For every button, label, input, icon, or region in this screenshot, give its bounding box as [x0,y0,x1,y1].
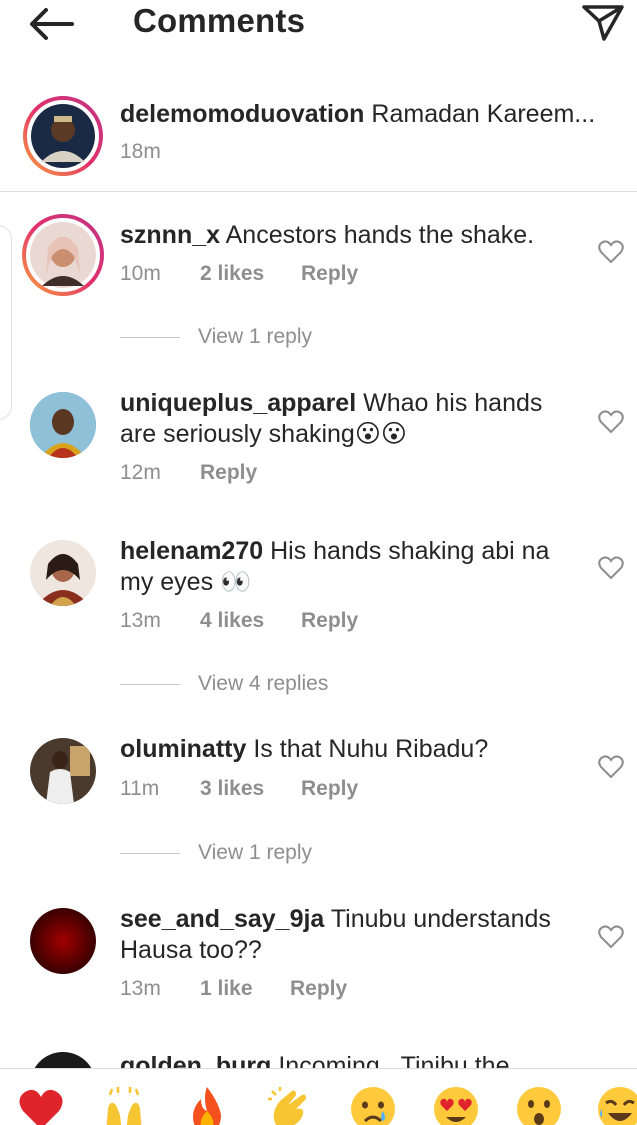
overlay-edge [0,225,12,420]
reply-button[interactable]: Reply [290,977,347,1001]
comment-text: Is that Nuhu Ribadu? [253,735,489,763]
avatar-image [30,392,96,458]
avatar-image [30,908,96,974]
laughing-face-emoji-icon[interactable] [596,1085,637,1125]
reply-button[interactable]: Reply [200,461,257,485]
comment-time: 13m [120,977,161,1000]
comment-username[interactable]: uniqueplus_apparel [120,389,356,417]
avatar[interactable] [30,738,96,804]
reply-button[interactable]: Reply [301,777,358,801]
caption-time: 18m [120,140,161,163]
avatar[interactable] [23,96,103,176]
avatar-image [30,738,96,804]
comment-time: 11m [120,777,160,800]
likes-count[interactable]: 4 likes [200,609,264,633]
likes-count[interactable]: 1 like [200,977,253,1001]
reply-button[interactable]: Reply [301,609,358,633]
post-caption: delemomoduovation Ramadan Kareem... 18m [0,88,637,192]
comment-username[interactable]: see_and_say_9ja [120,905,324,933]
emoji-reaction-bar [0,1068,637,1125]
send-icon[interactable] [580,3,626,43]
heart-eyes-face-emoji-icon[interactable] [432,1085,480,1125]
fire-emoji-icon[interactable] [183,1085,231,1125]
comment-time: 12m [120,461,161,484]
likes-count[interactable]: 3 likes [200,777,264,801]
clapping-hands-emoji-icon[interactable] [266,1085,314,1125]
reply-button[interactable]: Reply [301,262,358,286]
comment-username[interactable]: sznnn_x [120,221,220,249]
divider [120,337,180,338]
heart-icon[interactable] [598,556,624,580]
caption-text: Ramadan Kareem... [371,100,596,128]
comment-username[interactable]: helenam270 [120,537,263,565]
view-replies-label: View 1 reply [198,325,313,348]
page-title: Comments [133,2,306,39]
comment-time: 13m [120,609,161,632]
avatar[interactable] [30,540,96,606]
heart-emoji-icon[interactable] [17,1085,65,1125]
raising-hands-emoji-icon[interactable] [100,1085,148,1125]
divider [120,853,180,854]
divider [120,684,180,685]
avatar-image [30,540,96,606]
avatar[interactable] [30,392,96,458]
avatar[interactable] [22,214,104,296]
view-replies-label: View 1 reply [198,841,313,864]
heart-icon[interactable] [598,925,624,949]
comment-username[interactable]: oluminatty [120,735,246,763]
caption-username[interactable]: delemomoduovation [120,100,364,128]
comment-time: 10m [120,262,161,285]
heart-icon[interactable] [598,240,624,264]
view-replies-label: View 4 replies [198,672,329,695]
avatar[interactable] [30,908,96,974]
header: Comments [0,0,637,50]
likes-count[interactable]: 2 likes [200,262,264,286]
heart-icon[interactable] [598,410,624,434]
surprised-face-emoji-icon[interactable] [515,1085,563,1125]
heart-icon[interactable] [598,755,624,779]
back-arrow-icon[interactable] [28,6,76,42]
crying-face-emoji-icon[interactable] [349,1085,397,1125]
comment-text: Ancestors hands the shake. [225,221,535,249]
